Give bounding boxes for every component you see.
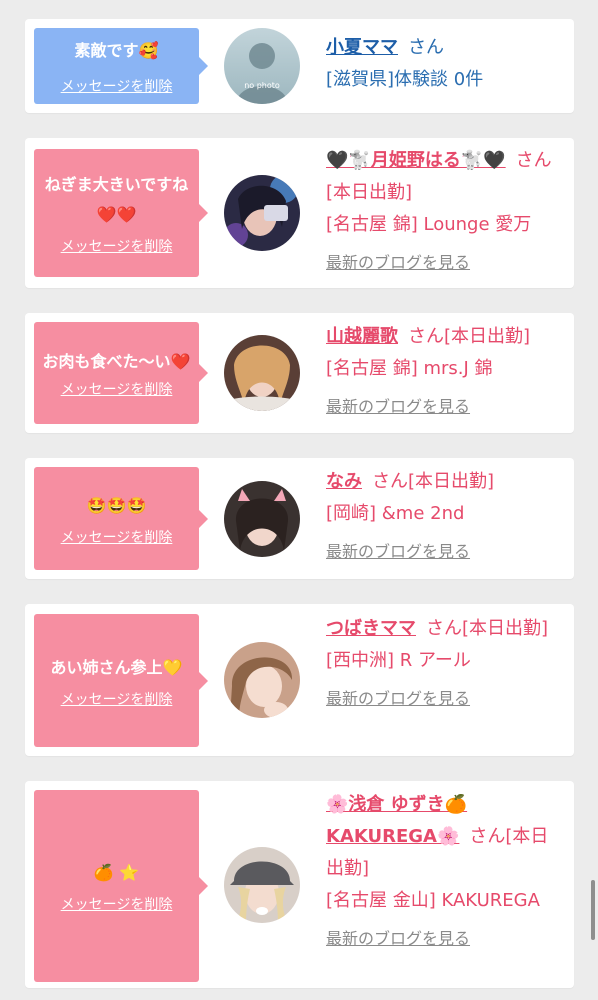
avatar[interactable]	[224, 175, 300, 251]
message-card: ねぎま大きいですね❤️❤️ メッセージを削除 🖤🐩月姫野はる🐩🖤 さん[本日出勤]…	[25, 138, 574, 288]
message-bubble: お肉も食べた〜い❤️ メッセージを削除	[34, 322, 208, 424]
avatar-placeholder-text: no photo	[244, 81, 280, 90]
sender-info: 🖤🐩月姫野はる🐩🖤 さん[本日出勤] [名古屋 錦] Lounge 愛万 最新のブ…	[326, 145, 562, 279]
message-text: あい姉さん参上💛	[50, 657, 183, 677]
profile-photo-icon	[224, 847, 300, 923]
sender-suffix: さん[本日出勤]	[426, 618, 549, 639]
message-card: 🍊 ⭐ メッセージを削除 🌸浅倉 ゆずき🍊KAKUREGA🌸 さん[本日出勤] […	[25, 781, 574, 988]
profile-photo-icon	[224, 175, 300, 251]
message-text: ねぎま大きいですね❤️❤️	[44, 175, 189, 224]
sender-info: 山越麗歌 さん[本日出勤] [名古屋 錦] mrs.J 錦 最新のブログを見る	[326, 321, 562, 423]
avatar[interactable]	[224, 642, 300, 718]
delete-message-link[interactable]: メッセージを削除	[61, 236, 173, 256]
store-label: [名古屋 錦] Lounge 愛万	[326, 214, 532, 235]
sender-suffix: さん	[408, 37, 444, 58]
scrollbar-thumb[interactable]	[591, 880, 595, 940]
latest-blog-link[interactable]: 最新のブログを見る	[326, 542, 470, 561]
sender-name-link[interactable]: 山越麗歌	[326, 326, 398, 347]
message-bubble: 素敵です🥰 メッセージを削除	[34, 28, 208, 104]
store-label: [名古屋 錦] mrs.J 錦	[326, 358, 493, 379]
sender-name-link[interactable]: 🖤🐩月姫野はる🐩🖤	[326, 150, 506, 171]
delete-message-link[interactable]: メッセージを削除	[61, 689, 173, 709]
sender-info: つばきママ さん[本日出勤] [西中洲] R アール 最新のブログを見る	[326, 613, 562, 715]
message-card: 🤩🤩🤩 メッセージを削除 なみ さん[本日出勤] [岡崎] &me 2nd 最新の…	[25, 458, 574, 579]
sender-info: 🌸浅倉 ゆずき🍊KAKUREGA🌸 さん[本日出勤] [名古屋 金山] KAKUR…	[326, 789, 562, 955]
store-label: [西中洲] R アール	[326, 650, 471, 671]
message-list: 素敵です🥰 メッセージを削除 no photo 小夏ママ さん [滋賀県]体験談 …	[0, 0, 598, 1000]
sender-suffix: さん[本日出勤]	[408, 326, 531, 347]
store-label: [岡崎] &me 2nd	[326, 503, 465, 524]
avatar[interactable]	[224, 847, 300, 923]
message-bubble: 🍊 ⭐ メッセージを削除	[34, 790, 208, 982]
latest-blog-link[interactable]: 最新のブログを見る	[326, 253, 470, 272]
sender-name-link[interactable]: 小夏ママ	[326, 37, 398, 58]
latest-blog-link[interactable]: 最新のブログを見る	[326, 689, 470, 708]
message-text: 🤩🤩🤩	[86, 495, 147, 515]
message-text: 素敵です🥰	[74, 41, 159, 60]
avatar[interactable]	[224, 335, 300, 411]
latest-blog-link[interactable]: 最新のブログを見る	[326, 397, 470, 416]
avatar[interactable]	[224, 481, 300, 557]
message-bubble: ねぎま大きいですね❤️❤️ メッセージを削除	[34, 149, 208, 277]
message-text: 🍊 ⭐	[93, 863, 140, 882]
latest-blog-link[interactable]: 最新のブログを見る	[326, 929, 470, 948]
message-bubble: あい姉さん参上💛 メッセージを削除	[34, 614, 208, 747]
sender-name-link[interactable]: つばきママ	[326, 618, 416, 639]
profile-photo-icon	[224, 642, 300, 718]
profile-photo-icon	[224, 335, 300, 411]
sender-name-link[interactable]: 🌸浅倉 ゆずき🍊KAKUREGA🌸	[326, 794, 467, 847]
message-card: 素敵です🥰 メッセージを削除 no photo 小夏ママ さん [滋賀県]体験談 …	[25, 19, 574, 113]
store-label: [滋賀県]体験談 0件	[326, 69, 484, 90]
sender-info: なみ さん[本日出勤] [岡崎] &me 2nd 最新のブログを見る	[326, 466, 562, 568]
message-card: あい姉さん参上💛 メッセージを削除 つばきママ さん[本日出勤] [西中洲] R …	[25, 604, 574, 756]
sender-suffix: さん[本日出勤]	[372, 471, 495, 492]
profile-photo-icon	[224, 481, 300, 557]
user-silhouette-icon: no photo	[224, 28, 300, 104]
sender-name-link[interactable]: なみ	[326, 471, 362, 492]
delete-message-link[interactable]: メッセージを削除	[61, 894, 173, 914]
message-bubble: 🤩🤩🤩 メッセージを削除	[34, 467, 208, 570]
delete-message-link[interactable]: メッセージを削除	[61, 76, 173, 96]
delete-message-link[interactable]: メッセージを削除	[61, 527, 173, 547]
avatar[interactable]: no photo	[224, 28, 300, 104]
message-text: お肉も食べた〜い❤️	[42, 352, 191, 371]
sender-info: 小夏ママ さん [滋賀県]体験談 0件	[326, 32, 562, 96]
delete-message-link[interactable]: メッセージを削除	[61, 379, 173, 399]
message-card: お肉も食べた〜い❤️ メッセージを削除 山越麗歌 さん[本日出勤] [名古屋 錦]…	[25, 313, 574, 433]
store-label: [名古屋 金山] KAKUREGA	[326, 890, 540, 911]
